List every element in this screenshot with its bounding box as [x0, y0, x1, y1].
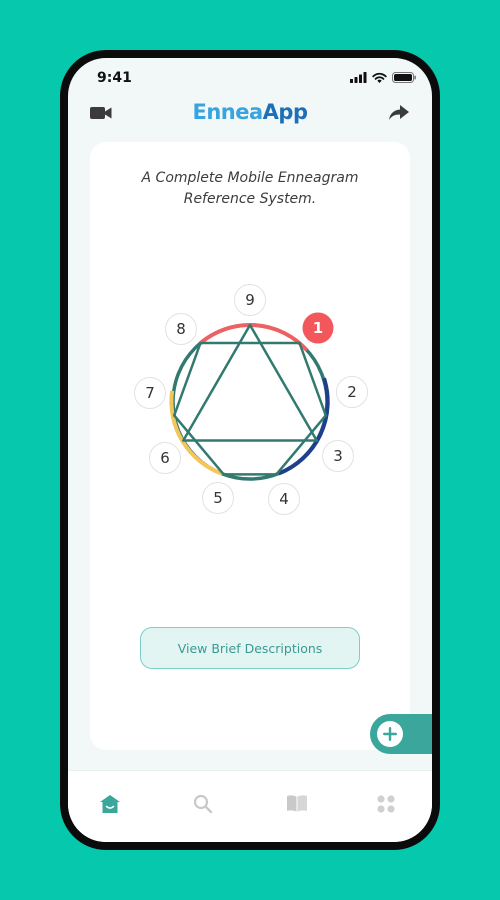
- svg-text:8: 8: [176, 320, 186, 338]
- svg-text:4: 4: [279, 490, 289, 508]
- tab-more[interactable]: [373, 791, 399, 817]
- status-bar: 9:41: [68, 58, 432, 98]
- point-5[interactable]: 5: [202, 482, 234, 514]
- point-8[interactable]: 8: [165, 313, 197, 345]
- view-brief-descriptions-button[interactable]: View Brief Descriptions: [140, 627, 360, 669]
- point-2[interactable]: 2: [336, 376, 368, 408]
- svg-text:3: 3: [333, 447, 343, 465]
- app-screen: 9:41 EnneaApp A Complete Mobile Enneagra…: [68, 58, 432, 842]
- fab-circle: [377, 721, 403, 747]
- svg-text:2: 2: [347, 383, 357, 401]
- add-floating-button[interactable]: [370, 714, 432, 754]
- app-header: EnneaApp: [68, 98, 432, 132]
- svg-text:1: 1: [313, 319, 323, 337]
- tagline: A Complete Mobile Enneagram Reference Sy…: [90, 168, 410, 210]
- plus-icon: [383, 727, 397, 741]
- svg-text:7: 7: [145, 384, 155, 402]
- app-title-ennea: Ennea: [192, 100, 264, 124]
- point-1[interactable]: 1: [302, 312, 334, 344]
- status-time: 9:41: [97, 70, 132, 86]
- svg-text:9: 9: [245, 291, 255, 309]
- tagline-line-1: A Complete Mobile Enneagram: [141, 170, 359, 186]
- tab-library[interactable]: [284, 791, 310, 817]
- app-title-app: App: [262, 100, 308, 124]
- enneagram-diagram[interactable]: 9 1 2 3 4 5 6 7 8: [130, 282, 370, 522]
- share-arrow-icon: [389, 105, 409, 120]
- enneagram-hexad: [172, 341, 328, 476]
- point-3[interactable]: 3: [322, 440, 354, 472]
- cellular-signal-icon: [350, 72, 367, 83]
- wifi-icon: [372, 72, 387, 83]
- home-card: A Complete Mobile Enneagram Reference Sy…: [90, 142, 410, 750]
- status-icons: [350, 72, 416, 83]
- home-icon: [100, 795, 120, 813]
- tab-search[interactable]: [190, 791, 216, 817]
- point-7[interactable]: 7: [134, 377, 166, 409]
- svg-text:6: 6: [160, 449, 170, 467]
- bottom-tab-bar: [68, 770, 432, 842]
- svg-text:5: 5: [213, 489, 223, 507]
- book-icon: [287, 795, 307, 812]
- grid-icon: [377, 795, 395, 813]
- battery-icon: [392, 72, 416, 83]
- point-9[interactable]: 9: [234, 284, 266, 316]
- arc-blue: [277, 377, 330, 476]
- app-title: EnneaApp: [68, 100, 432, 124]
- point-4[interactable]: 4: [268, 483, 300, 515]
- point-6[interactable]: 6: [149, 442, 181, 474]
- search-icon: [193, 794, 213, 814]
- tab-home[interactable]: [97, 791, 123, 817]
- tagline-line-2: Reference System.: [183, 191, 317, 207]
- share-button[interactable]: [386, 102, 412, 124]
